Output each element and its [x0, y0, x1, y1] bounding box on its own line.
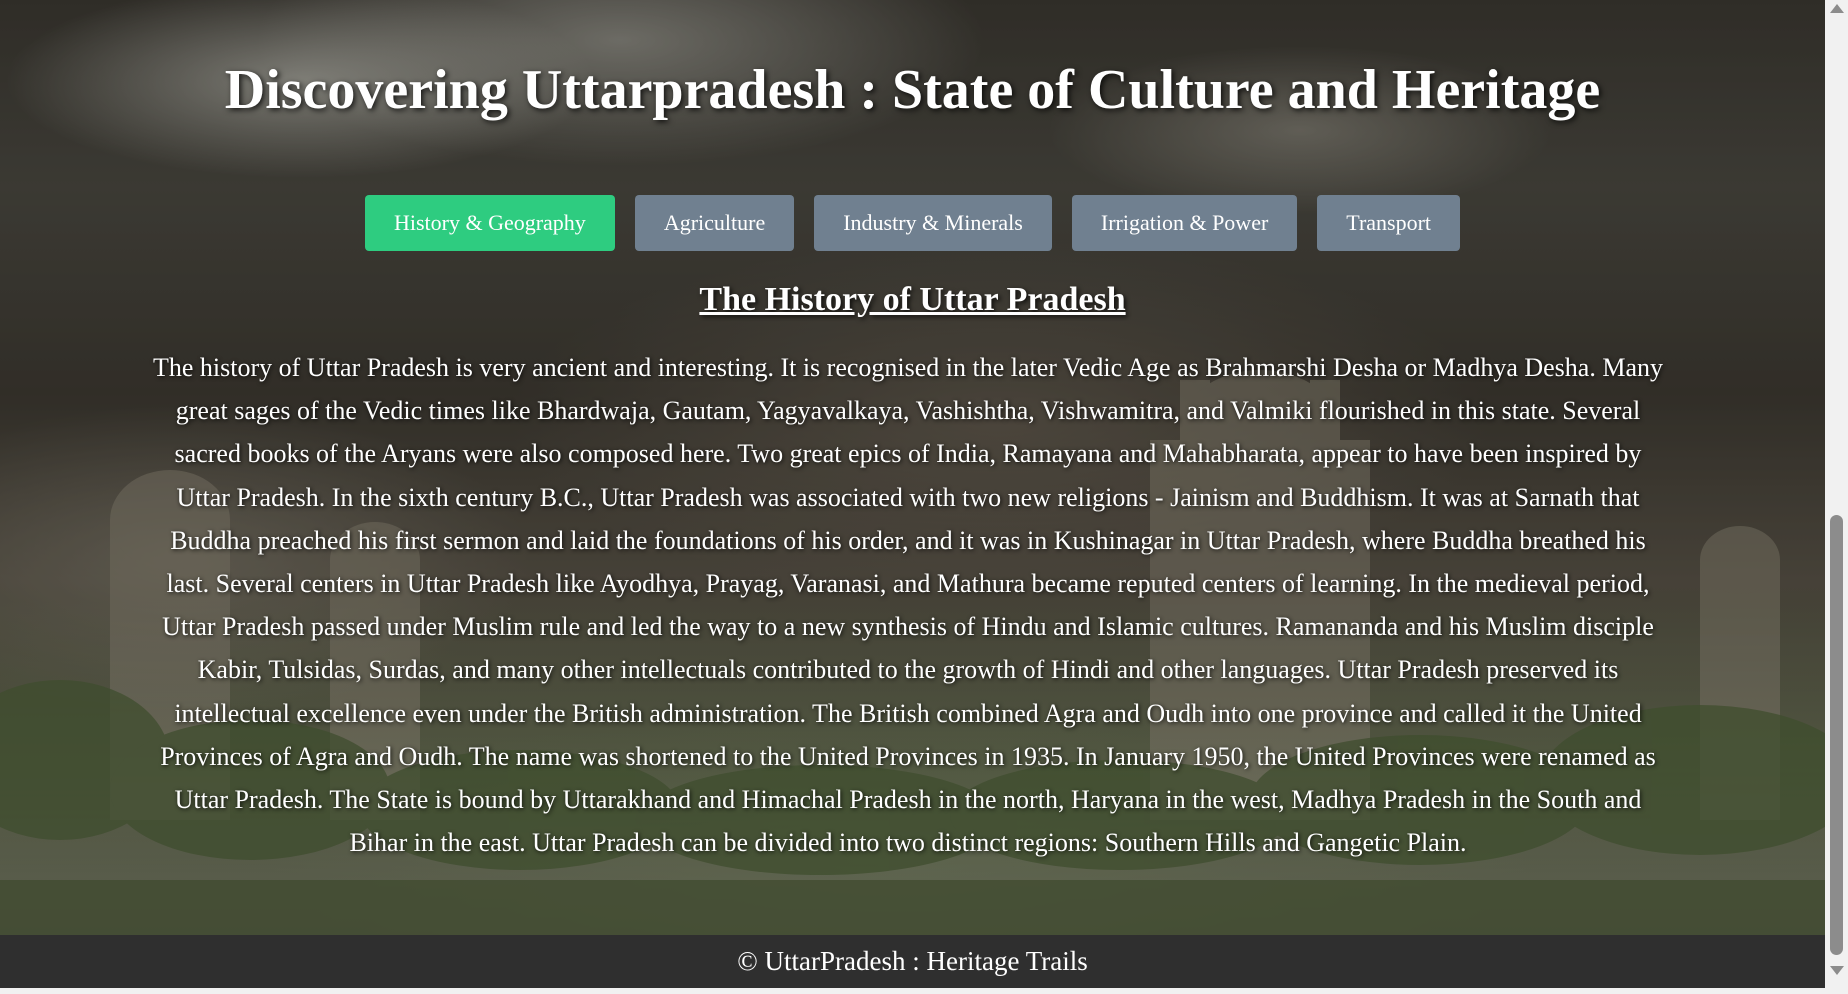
page-title: Discovering Uttarpradesh : State of Cult… [224, 59, 1601, 121]
footer-copyright: © UttarPradesh : Heritage Trails [737, 946, 1088, 976]
footer: © UttarPradesh : Heritage Trails [0, 935, 1825, 988]
tab-irrigation-power[interactable]: Irrigation & Power [1071, 195, 1298, 251]
scrollbar-thumb[interactable] [1830, 515, 1843, 955]
window-bottom-edge [0, 988, 1848, 994]
tab-transport[interactable]: Transport [1317, 195, 1461, 251]
section-tabs: History & Geography Agriculture Industry… [0, 195, 1825, 251]
main-content: Discovering Uttarpradesh : State of Cult… [0, 0, 1825, 935]
page: Discovering Uttarpradesh : State of Cult… [0, 0, 1848, 994]
browser-viewport: Discovering Uttarpradesh : State of Cult… [0, 0, 1825, 988]
tab-history-geography[interactable]: History & Geography [364, 195, 615, 251]
scroll-up-arrow-icon[interactable] [1830, 4, 1844, 13]
vertical-scrollbar[interactable] [1825, 0, 1848, 988]
hero-background-image: Discovering Uttarpradesh : State of Cult… [0, 0, 1825, 935]
scroll-down-arrow-icon[interactable] [1830, 966, 1844, 975]
tab-industry-minerals[interactable]: Industry & Minerals [814, 195, 1052, 251]
tab-agriculture[interactable]: Agriculture [634, 195, 795, 251]
history-paragraph: The history of Uttar Pradesh is very anc… [153, 353, 1663, 858]
section-title: The History of Uttar Pradesh [699, 281, 1126, 318]
